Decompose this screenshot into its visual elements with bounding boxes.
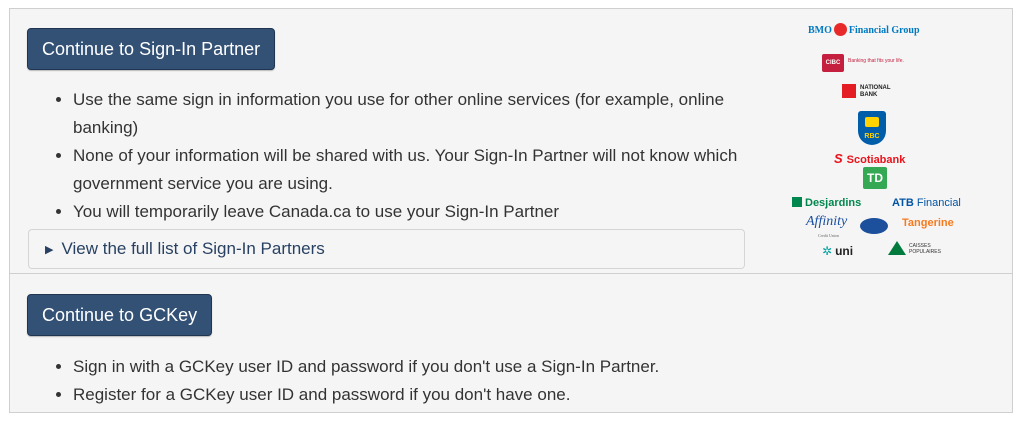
scotiabank-logo: S Scotiabank — [834, 151, 905, 166]
caisses-triangle-icon — [888, 241, 906, 255]
list-item: None of your information will be shared … — [73, 142, 785, 198]
rbc-text: RBC — [864, 133, 880, 140]
desjardins-text: Desjardins — [805, 197, 862, 209]
uni-text: uni — [835, 244, 854, 258]
tangerine-logo: Tangerine — [902, 217, 954, 229]
continue-to-sign-in-partner-button[interactable]: Continue to Sign-In Partner — [27, 28, 276, 70]
national-bank-flag-icon — [842, 84, 856, 98]
sign-in-partner-logos: BMO Financial Group CIBC Banking that fits… — [770, 15, 1010, 267]
continue-to-gckey-button[interactable]: Continue to GCKey — [27, 294, 213, 336]
atb-text: ATB — [892, 197, 914, 209]
cibc-logo: CIBC Banking that fits your life. — [822, 51, 904, 72]
scotiabank-text: Scotiabank — [846, 154, 906, 166]
atb-financial-logo: ATB Financial — [892, 197, 961, 209]
list-item: Use the same sign in information you use… — [73, 86, 785, 142]
bmo-logo-left: BMO — [808, 25, 832, 36]
td-logo: TD — [863, 167, 887, 189]
national-bank-text: NATIONAL BANK — [860, 85, 891, 98]
sign-in-partner-bullets: Use the same sign in information you use… — [27, 86, 785, 226]
sign-in-partner-section: Continue to Sign-In Partner Use the same… — [10, 9, 1012, 273]
triangle-right-icon: ▶ — [45, 244, 54, 256]
gckey-bullets: Sign in with a GCKey user ID and passwor… — [27, 353, 785, 409]
caisses-text: CAISSES POPULAIRES — [909, 243, 941, 255]
cibc-tagline: Banking that fits your life. — [848, 58, 904, 64]
details-summary-label: View the full list of Sign-In Partners — [61, 239, 325, 258]
affinity-subtext: Credit Union — [818, 233, 839, 238]
scotiabank-s-icon: S — [834, 151, 843, 166]
desjardins-logo: Desjardins — [792, 197, 861, 209]
bmo-roundel-icon — [833, 23, 847, 36]
choice-rewards-logo — [860, 218, 888, 234]
affinity-text: Affinity — [806, 214, 848, 229]
uni-star-icon: ✲ — [822, 244, 833, 258]
cibc-mark: CIBC — [822, 54, 844, 72]
view-full-list-details[interactable]: ▶ View the full list of Sign-In Partners — [28, 229, 745, 269]
caisses-populaires-logo: CAISSES POPULAIRES — [888, 240, 941, 258]
bmo-logo: BMO Financial Group — [808, 23, 920, 36]
national-bank-logo: NATIONAL BANK — [842, 83, 891, 101]
gckey-section: Continue to GCKey Sign in with a GCKey u… — [10, 274, 1012, 412]
desjardins-mark-icon — [792, 197, 802, 207]
rbc-shield-icon: RBC — [858, 111, 886, 145]
rbc-logo: RBC — [858, 111, 886, 145]
sign-in-options-panel: Continue to Sign-In Partner Use the same… — [9, 8, 1013, 413]
affinity-logo: Affinity Credit Union — [806, 215, 847, 243]
td-mark: TD — [863, 167, 887, 189]
uni-logo: ✲ uni — [822, 244, 853, 258]
atb-financial-text: Financial — [916, 197, 961, 209]
bmo-logo-right: Financial Group — [848, 25, 920, 36]
list-item: You will temporarily leave Canada.ca to … — [73, 198, 785, 226]
list-item: Register for a GCKey user ID and passwor… — [73, 381, 785, 409]
list-item: Sign in with a GCKey user ID and passwor… — [73, 353, 785, 381]
